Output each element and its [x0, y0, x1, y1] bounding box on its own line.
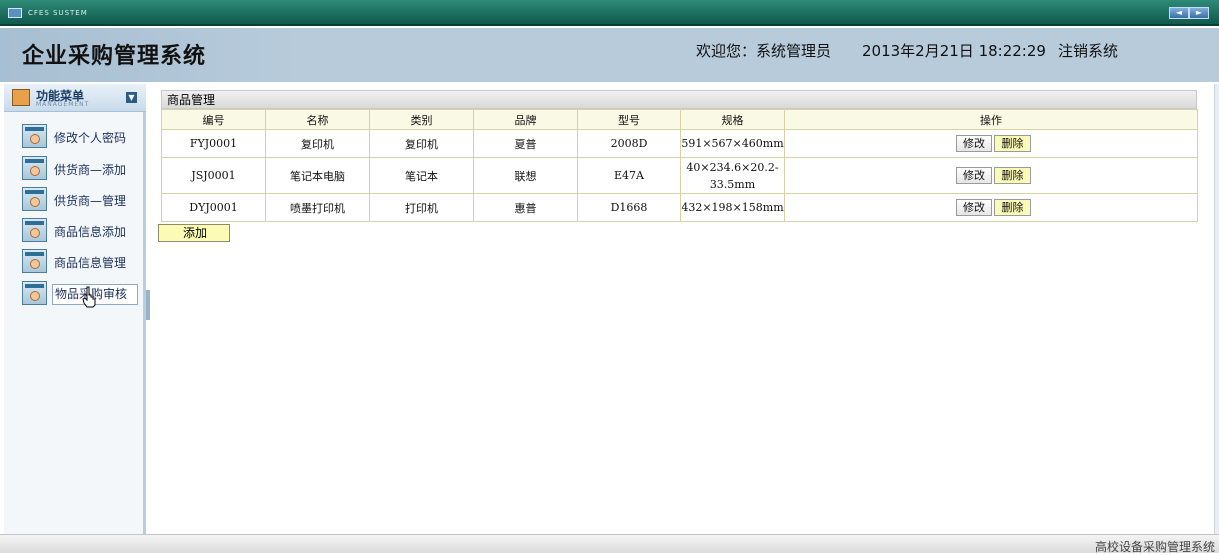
cell-id: FYJ0001 — [161, 129, 266, 158]
user-card-icon — [22, 218, 47, 242]
cell-name: 喷墨打印机 — [265, 193, 370, 222]
col-header-model: 型号 — [577, 109, 681, 130]
sidebar-item-product-add[interactable]: 商品信息添加 — [22, 218, 142, 244]
cell-spec: 40×234.6×20.2-33.5mm — [680, 157, 785, 194]
prev-arrow-icon[interactable]: ◄ — [1169, 7, 1189, 19]
table-row: FYJ0001 复印机 复印机 夏普 2008D 591×567×460mm 修… — [161, 129, 1198, 158]
sidebar-item-change-password[interactable]: 修改个人密码 — [22, 124, 142, 150]
cell-spec: 591×567×460mm — [680, 129, 785, 158]
product-panel: 商品管理 编号 名称 类别 品牌 型号 规格 操作 FYJ0001 复印机 复印… — [161, 90, 1198, 222]
col-header-id: 编号 — [161, 109, 266, 130]
delete-button[interactable]: 删除 — [994, 135, 1031, 152]
hand-cursor-icon — [82, 286, 96, 308]
welcome-text: 欢迎您：系统管理员 — [696, 42, 832, 60]
cell-id: DYJ0001 — [161, 193, 266, 222]
col-header-brand: 品牌 — [473, 109, 578, 130]
user-card-icon — [22, 249, 47, 273]
cell-brand: 惠普 — [473, 193, 578, 222]
status-bar: 高校设备采购管理系统 — [0, 534, 1219, 554]
cell-name: 笔记本电脑 — [265, 157, 370, 194]
user-card-icon — [22, 187, 47, 211]
app-icon — [8, 8, 22, 18]
delete-button[interactable]: 删除 — [994, 167, 1031, 184]
menu-subtitle: MANAGEMENT — [36, 101, 90, 108]
col-header-category: 类别 — [369, 109, 474, 130]
edit-button[interactable]: 修改 — [956, 135, 992, 152]
cell-category: 打印机 — [369, 193, 474, 222]
user-card-icon — [22, 124, 47, 148]
header: 企业采购管理系统 欢迎您：系统管理员 2013年2月21日 18:22:29 注… — [0, 28, 1219, 82]
col-header-actions: 操作 — [784, 109, 1198, 130]
delete-button[interactable]: 删除 — [994, 199, 1031, 216]
cell-model: 2008D — [577, 129, 681, 158]
table-row: DYJ0001 喷墨打印机 打印机 惠普 D1668 432×198×158mm… — [161, 193, 1198, 222]
right-edge-scrollbar[interactable] — [1214, 84, 1219, 534]
cell-actions: 修改 删除 — [784, 129, 1198, 158]
logout-link[interactable]: 注销系统 — [1058, 40, 1118, 61]
cell-brand: 联想 — [473, 157, 578, 194]
main-content: 商品管理 编号 名称 类别 品牌 型号 规格 操作 FYJ0001 复印机 复印… — [150, 84, 1214, 534]
add-button[interactable]: 添加 — [158, 224, 230, 242]
menu-header: 功能菜单 MANAGEMENT ▼ — [4, 84, 146, 112]
app-name: CFES SUSTEM — [28, 9, 88, 17]
panel-title: 商品管理 — [161, 90, 1197, 109]
edit-button[interactable]: 修改 — [956, 199, 992, 216]
cell-name: 复印机 — [265, 129, 370, 158]
next-arrow-icon[interactable]: ► — [1189, 7, 1209, 19]
edit-button[interactable]: 修改 — [956, 167, 992, 184]
system-title: 企业采购管理系统 — [22, 44, 207, 69]
table-row: JSJ0001 笔记本电脑 笔记本 联想 E47A 40×234.6×20.2-… — [161, 157, 1198, 194]
sidebar-item-supplier-add[interactable]: 供货商—添加 — [22, 156, 142, 182]
user-card-icon — [22, 156, 47, 180]
cell-actions: 修改 删除 — [784, 193, 1198, 222]
titlebar-nav: ◄ ► — [1169, 7, 1209, 19]
col-header-name: 名称 — [265, 109, 370, 130]
cell-brand: 夏普 — [473, 129, 578, 158]
cell-model: D1668 — [577, 193, 681, 222]
sidebar-item-product-manage[interactable]: 商品信息管理 — [22, 249, 142, 275]
cell-id: JSJ0001 — [161, 157, 266, 194]
table-header-row: 编号 名称 类别 品牌 型号 规格 操作 — [161, 109, 1198, 130]
chevron-down-icon[interactable]: ▼ — [126, 92, 137, 103]
cell-category: 笔记本 — [369, 157, 474, 194]
cell-model: E47A — [577, 157, 681, 194]
col-header-spec: 规格 — [680, 109, 785, 130]
cell-actions: 修改 删除 — [784, 157, 1198, 194]
cell-spec: 432×198×158mm — [680, 193, 785, 222]
window-titlebar: CFES SUSTEM ◄ ► — [0, 0, 1219, 26]
user-card-icon — [22, 281, 47, 305]
datetime-text: 2013年2月21日 18:22:29 — [862, 42, 1046, 60]
sidebar: 功能菜单 MANAGEMENT ▼ 修改个人密码 供货商—添加 供货商—管理 商… — [4, 84, 146, 534]
cell-category: 复印机 — [369, 129, 474, 158]
status-text: 高校设备采购管理系统 — [1094, 540, 1215, 554]
menu-home-icon — [12, 89, 30, 106]
product-table: 编号 名称 类别 品牌 型号 规格 操作 FYJ0001 复印机 复印机 夏普 … — [161, 109, 1198, 222]
sidebar-item-supplier-manage[interactable]: 供货商—管理 — [22, 187, 142, 213]
